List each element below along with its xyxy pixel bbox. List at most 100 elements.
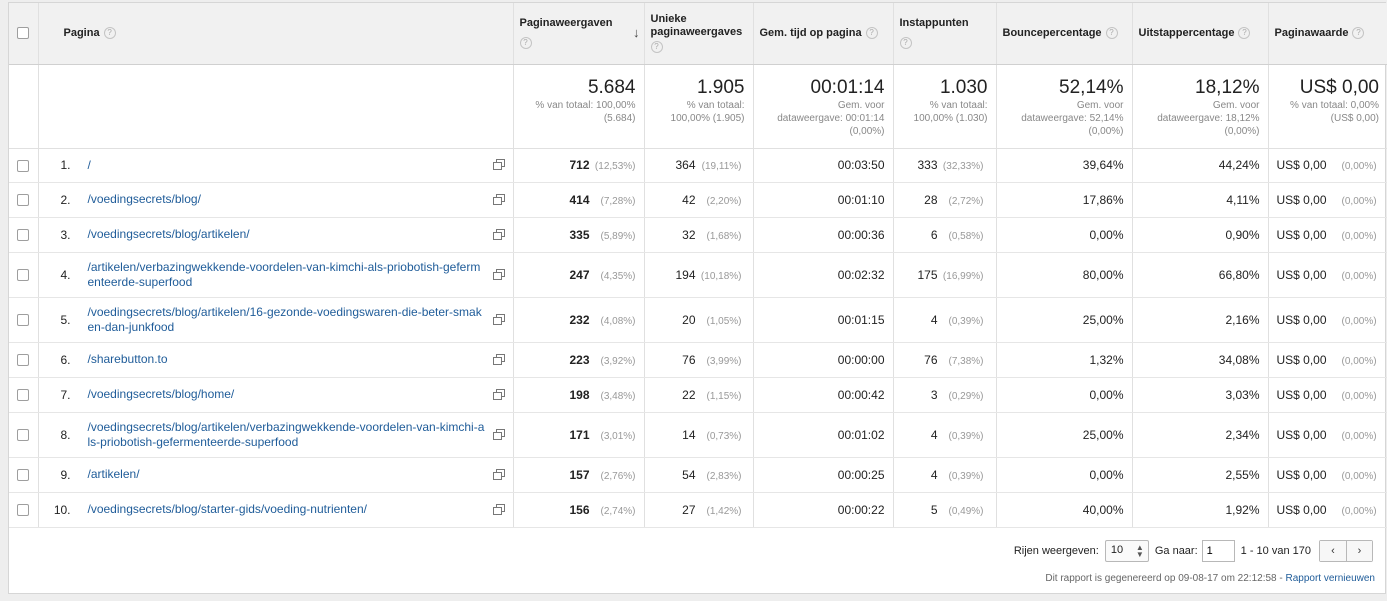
refresh-report-link[interactable]: Rapport vernieuwen (1286, 573, 1376, 584)
row-checkbox[interactable] (17, 314, 30, 327)
total-unique-value: 1.905 (696, 76, 745, 98)
avg-time-cell: 00:01:15 (753, 297, 894, 343)
row-checkbox[interactable] (17, 229, 30, 242)
row-checkbox-cell (9, 412, 39, 458)
row-checkbox[interactable] (17, 469, 30, 482)
report-table-panel: Pagina? Paginaweergaven? ↓ Unieke paginaw… (8, 2, 1387, 594)
col-entrances[interactable]: Instappunten? (893, 3, 997, 65)
pageviews-value: 335 (569, 227, 590, 242)
open-external-icon[interactable] (492, 313, 505, 325)
select-all-checkbox[interactable] (17, 27, 30, 40)
col-page-value[interactable]: Paginawaarde? (1268, 3, 1387, 65)
entrances-value: 4 (930, 427, 938, 442)
page-cell: 2. /voedingsecrets/blog/ (38, 182, 514, 218)
entrances-value: 5 (930, 502, 938, 517)
entrances-pct: (16,99%) (942, 270, 984, 282)
page-cell: 7. /voedingsecrets/blog/home/ (38, 377, 514, 413)
pageviews-pct: (4,08%) (600, 315, 636, 327)
help-icon[interactable]: ? (1105, 27, 1118, 40)
help-icon[interactable]: ? (650, 41, 663, 54)
bounce-cell: 1,32% (996, 342, 1133, 378)
pageviews-cell: 198 (3,48%) (513, 377, 645, 413)
unique-pct: (19,11%) (701, 161, 742, 172)
col-page[interactable]: Pagina? (38, 3, 514, 65)
unique-cell: 364 (19,11%) (644, 148, 754, 183)
avg-time-cell: 00:00:22 (753, 492, 894, 528)
open-external-icon[interactable] (492, 428, 505, 440)
total-exit-sub: dataweergave: 18,12% (1157, 112, 1260, 124)
total-value-sub: (US$ 0,00) (1330, 112, 1379, 124)
page-path-link[interactable]: /voedingsecrets/blog/ (88, 192, 487, 207)
goto-page-input[interactable] (1201, 540, 1235, 562)
prev-page-button[interactable]: ‹ (1320, 541, 1346, 561)
pageviews-cell: 414 (7,28%) (513, 182, 645, 218)
open-external-icon[interactable] (492, 228, 505, 240)
row-checkbox[interactable] (17, 354, 30, 367)
value-cell: US$ 0,00 (0,00%) (1268, 217, 1387, 253)
bounce-cell: 0,00% (996, 377, 1133, 413)
col-unique-label: Unieke paginaweergaves (650, 13, 743, 39)
page-path-link[interactable]: /artikelen/ (88, 467, 487, 482)
page-path-link[interactable]: /voedingsecrets/blog/artikelen/16-gezond… (88, 305, 487, 335)
open-external-icon[interactable] (492, 503, 505, 515)
value-cell: US$ 0,00 (0,00%) (1268, 457, 1387, 493)
col-exit-label: Uitstappercentage (1138, 27, 1235, 40)
col-unique-pageviews[interactable]: Unieke paginaweergaves? (644, 3, 754, 65)
value-cell: US$ 0,00 (0,00%) (1268, 492, 1387, 528)
row-checkbox[interactable] (17, 269, 30, 282)
entrances-cell: 6 (0,58%) (893, 217, 997, 253)
next-page-button[interactable]: › (1346, 541, 1372, 561)
open-external-icon[interactable] (492, 353, 505, 365)
col-bounce-label: Bouncepercentage (1002, 27, 1102, 40)
open-external-icon[interactable] (492, 268, 505, 280)
help-icon[interactable]: ? (103, 27, 116, 40)
col-bounce-rate[interactable]: Bouncepercentage? (996, 3, 1133, 65)
page-path-link[interactable]: /artikelen/verbazingwekkende-voordelen-v… (88, 260, 487, 290)
rows-per-page-select[interactable]: 10 ▲ ▼ (1104, 540, 1149, 562)
unique-cell: 27 (1,42%) (644, 492, 754, 528)
bounce-cell: 25,00% (996, 412, 1133, 458)
page-path-link[interactable]: / (88, 158, 487, 173)
page-path-link[interactable]: /voedingsecrets/blog/starter-gids/voedin… (88, 502, 487, 517)
value-pct: (0,00%) (1341, 315, 1377, 327)
total-entrances-sub: 100,00% (1.030) (913, 112, 988, 124)
help-icon[interactable]: ? (865, 27, 878, 40)
open-external-icon[interactable] (492, 388, 505, 400)
row-checkbox[interactable] (17, 159, 30, 172)
col-avg-time-label: Gem. tijd op pagina (759, 27, 862, 40)
col-avg-time[interactable]: Gem. tijd op pagina? (753, 3, 894, 65)
row-checkbox[interactable] (17, 504, 30, 517)
total-value-sub: % van totaal: 0,00% (1290, 99, 1379, 111)
page-path-link[interactable]: /voedingsecrets/blog/artikelen/ (88, 227, 487, 242)
total-pageviews: 5.684 % van totaal: 100,00% (5.684) (513, 64, 645, 149)
avg-time-cell: 00:00:25 (753, 457, 894, 493)
col-page-label: Pagina (63, 27, 100, 40)
page-path-link[interactable]: /sharebutton.to (88, 352, 487, 367)
open-external-icon[interactable] (492, 193, 505, 205)
open-external-icon[interactable] (492, 468, 505, 480)
help-icon[interactable]: ? (899, 37, 912, 50)
total-value-value: US$ 0,00 (1299, 76, 1379, 98)
help-icon[interactable]: ? (1352, 27, 1365, 40)
open-external-icon[interactable] (492, 159, 505, 170)
help-icon[interactable]: ? (1238, 27, 1251, 40)
page-path-link[interactable]: /voedingsecrets/blog/artikelen/verbazing… (88, 420, 487, 450)
col-value-label: Paginawaarde (1274, 27, 1349, 40)
col-pageviews[interactable]: Paginaweergaven? ↓ (513, 3, 645, 65)
pageviews-cell: 712 (12,53%) (513, 148, 645, 183)
row-checkbox[interactable] (17, 194, 30, 207)
pageviews-value: 157 (569, 467, 590, 482)
row-checkbox-cell (9, 217, 39, 253)
row-checkbox[interactable] (17, 389, 30, 402)
unique-cell: 32 (1,68%) (644, 217, 754, 253)
page-path-link[interactable]: /voedingsecrets/blog/home/ (88, 387, 487, 402)
col-exit-rate[interactable]: Uitstappercentage? (1132, 3, 1269, 65)
row-checkbox[interactable] (17, 429, 30, 442)
unique-value: 76 (682, 352, 696, 367)
page-cell: 6. /sharebutton.to (38, 342, 514, 378)
entrances-value: 175 (917, 267, 938, 282)
total-bounce-sub: Gem. voor (1076, 99, 1124, 111)
exit-cell: 34,08% (1132, 342, 1269, 378)
pageviews-pct: (12,53%) (594, 161, 636, 172)
help-icon[interactable]: ? (519, 37, 532, 50)
